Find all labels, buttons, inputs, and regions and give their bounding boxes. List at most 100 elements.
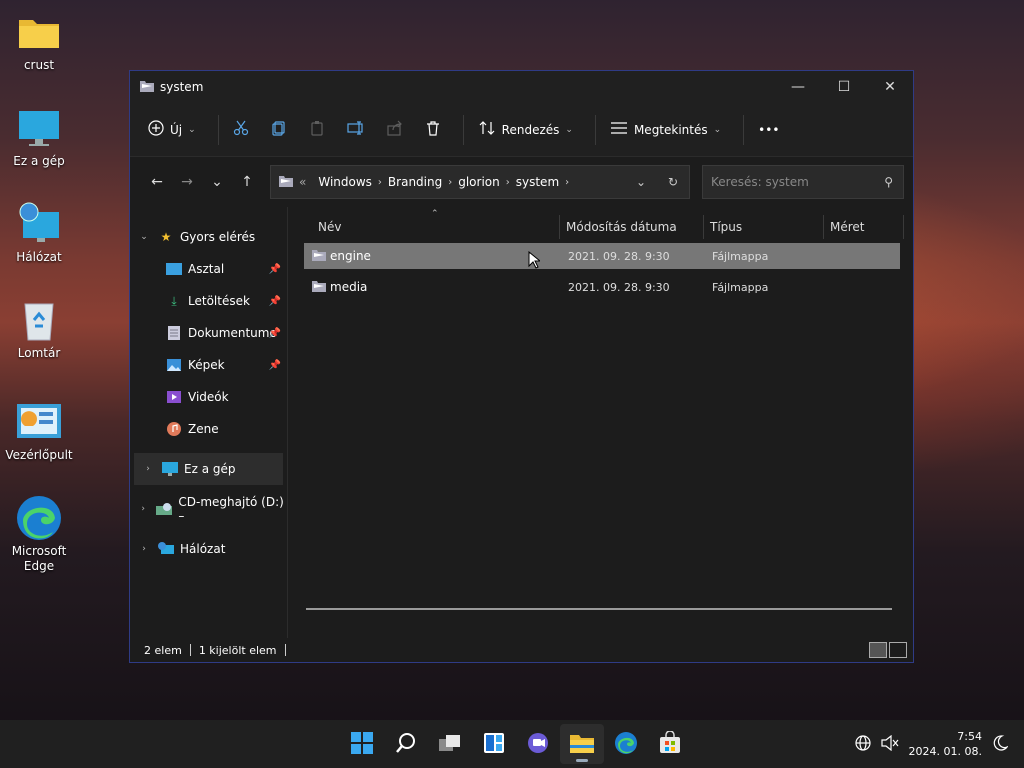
share-icon bbox=[387, 120, 403, 139]
cut-button[interactable] bbox=[233, 120, 249, 139]
column-header-row: ⌃ Név Módosítás dátuma Típus Méret bbox=[288, 209, 913, 243]
sidebar-item-label: Videók bbox=[188, 390, 229, 404]
view-button[interactable]: Megtekintés ⌄ bbox=[610, 121, 721, 138]
sidebar-item-desktop[interactable]: Asztal 📌 bbox=[130, 253, 287, 285]
table-row[interactable]: engine 2021. 09. 28. 9:30 Fájlmappa bbox=[304, 243, 900, 269]
sidebar-item-network[interactable]: › Hálózat bbox=[130, 533, 287, 565]
desktop-icon-edge[interactable]: Microsoft Edge bbox=[4, 496, 74, 574]
search-button[interactable] bbox=[384, 724, 428, 764]
sidebar-item-this-pc[interactable]: › Ez a gép bbox=[134, 453, 283, 485]
pin-icon[interactable]: 📌 bbox=[269, 328, 281, 339]
sidebar-item-label: Hálózat bbox=[180, 542, 226, 556]
breadcrumb-branding[interactable]: Branding bbox=[388, 175, 442, 189]
command-bar: Új ⌄ Rendezés ⌄ Megtekintés ⌄ ••• bbox=[130, 103, 913, 157]
teams-chat-button[interactable] bbox=[516, 724, 560, 764]
status-bar: 2 elem 1 kijelölt elem bbox=[130, 638, 913, 662]
sidebar-item-quick-access[interactable]: ⌄ ★ Gyors elérés bbox=[130, 221, 287, 253]
up-arrow-icon[interactable]: ↑ bbox=[232, 174, 262, 190]
navigation-pane: ⌄ ★ Gyors elérés Asztal 📌 ⤓ Letöltések 📌… bbox=[130, 207, 288, 638]
back-arrow-icon[interactable]: ← bbox=[142, 174, 172, 190]
details-view-icon[interactable] bbox=[869, 642, 887, 658]
desktop-icon-label: Hálózat bbox=[16, 250, 62, 264]
search-input[interactable]: Keresés: system bbox=[711, 175, 809, 189]
desktop-icon-network[interactable]: Hálózat bbox=[4, 202, 74, 265]
widgets-button[interactable] bbox=[472, 724, 516, 764]
column-header-name[interactable]: Név bbox=[288, 215, 560, 239]
table-row[interactable]: media 2021. 09. 28. 9:30 Fájlmappa bbox=[304, 274, 900, 300]
paste-button[interactable] bbox=[309, 120, 325, 139]
sidebar-item-pictures[interactable]: Képek 📌 bbox=[130, 349, 287, 381]
focus-assist-moon-icon[interactable] bbox=[992, 734, 1009, 754]
sort-button[interactable]: Rendezés ⌄ bbox=[478, 120, 573, 139]
chevron-down-icon: ⌄ bbox=[565, 124, 573, 135]
maximize-button[interactable]: ☐ bbox=[821, 71, 867, 103]
chevron-right-icon[interactable]: › bbox=[565, 177, 569, 188]
column-header-modified[interactable]: Módosítás dátuma bbox=[560, 215, 704, 239]
new-button[interactable]: Új ⌄ bbox=[148, 120, 196, 139]
chevron-right-icon[interactable]: › bbox=[448, 177, 452, 188]
pin-icon[interactable]: 📌 bbox=[269, 360, 281, 371]
breadcrumb-system[interactable]: system bbox=[516, 175, 559, 189]
minimize-button[interactable]: — bbox=[775, 71, 821, 103]
navigation-bar: ← → ⌄ ↑ « Windows › Branding › glorion ›… bbox=[130, 157, 913, 207]
pin-icon[interactable]: 📌 bbox=[269, 264, 281, 275]
column-header-size[interactable]: Méret bbox=[824, 215, 904, 239]
copy-button[interactable] bbox=[271, 120, 287, 139]
start-button[interactable] bbox=[340, 724, 384, 764]
search-box[interactable]: Keresés: system ⚲ bbox=[702, 165, 904, 199]
close-button[interactable]: ✕ bbox=[867, 71, 913, 103]
network-icon bbox=[15, 202, 63, 246]
breadcrumb-windows[interactable]: Windows bbox=[318, 175, 372, 189]
horizontal-scrollbar[interactable] bbox=[306, 608, 892, 610]
refresh-icon[interactable]: ↻ bbox=[657, 175, 689, 189]
recent-locations-chevron-icon[interactable]: ⌄ bbox=[202, 174, 232, 190]
file-type: Fájlmappa bbox=[712, 249, 769, 263]
sidebar-item-videos[interactable]: Videók bbox=[130, 381, 287, 413]
sidebar-item-downloads[interactable]: ⤓ Letöltések 📌 bbox=[130, 285, 287, 317]
sort-label: Rendezés bbox=[501, 122, 560, 137]
speaker-muted-icon[interactable] bbox=[880, 734, 899, 754]
address-bar[interactable]: « Windows › Branding › glorion › system … bbox=[270, 165, 690, 199]
rename-button[interactable] bbox=[347, 120, 365, 139]
edge-taskbar-button[interactable] bbox=[604, 724, 648, 764]
window-title: system bbox=[160, 80, 204, 94]
column-header-type[interactable]: Típus bbox=[704, 215, 824, 239]
chevron-right-icon[interactable]: › bbox=[134, 464, 162, 474]
more-button[interactable]: ••• bbox=[758, 123, 779, 137]
breadcrumb-glorion[interactable]: glorion bbox=[458, 175, 500, 189]
desktop-icon-recycle-bin[interactable]: Lomtár bbox=[4, 298, 74, 361]
view-label: Megtekintés bbox=[633, 122, 708, 137]
plus-circle-icon bbox=[148, 120, 164, 139]
divider bbox=[217, 114, 219, 145]
task-view-button[interactable] bbox=[428, 724, 472, 764]
chevron-right-icon[interactable]: › bbox=[506, 177, 510, 188]
chevron-right-icon[interactable]: › bbox=[130, 504, 156, 514]
sidebar-item-documents[interactable]: Dokumentumo 📌 bbox=[130, 317, 287, 349]
search-icon bbox=[395, 732, 417, 757]
chevron-down-icon[interactable]: ⌄ bbox=[130, 232, 158, 242]
desktop-icon-this-pc[interactable]: Ez a gép bbox=[4, 106, 74, 169]
store-taskbar-button[interactable] bbox=[648, 724, 692, 764]
desktop-icon-crust[interactable]: crust bbox=[4, 10, 74, 73]
sidebar-item-cd-drive[interactable]: › CD-meghajtó (D:) – bbox=[130, 493, 287, 525]
breadcrumb-overflow[interactable]: « bbox=[299, 175, 306, 189]
file-explorer-window: system — ☐ ✕ Új ⌄ Rendezés ⌄ Megtekintés… bbox=[129, 70, 914, 663]
sidebar-item-music[interactable]: Zene bbox=[130, 413, 287, 445]
file-explorer-taskbar-button[interactable] bbox=[560, 724, 604, 764]
chevron-right-icon[interactable]: › bbox=[378, 177, 382, 188]
forward-arrow-icon[interactable]: → bbox=[172, 174, 202, 190]
desktop-icon bbox=[166, 262, 182, 276]
cd-drive-icon bbox=[156, 502, 173, 516]
large-icons-view-icon[interactable] bbox=[889, 642, 907, 658]
list-view-icon bbox=[610, 121, 628, 138]
clock[interactable]: 7:54 2024. 01. 08. bbox=[909, 729, 982, 759]
share-button[interactable] bbox=[387, 120, 403, 139]
title-bar[interactable]: system — ☐ ✕ bbox=[130, 71, 913, 103]
monitor-icon bbox=[15, 106, 63, 150]
address-history-chevron-icon[interactable]: ⌄ bbox=[625, 175, 657, 189]
desktop-icon-control-panel[interactable]: Vezérlőpult bbox=[4, 400, 74, 463]
pin-icon[interactable]: 📌 bbox=[269, 296, 281, 307]
globe-icon[interactable] bbox=[854, 734, 871, 754]
chevron-right-icon[interactable]: › bbox=[130, 544, 158, 554]
delete-button[interactable] bbox=[425, 120, 441, 139]
